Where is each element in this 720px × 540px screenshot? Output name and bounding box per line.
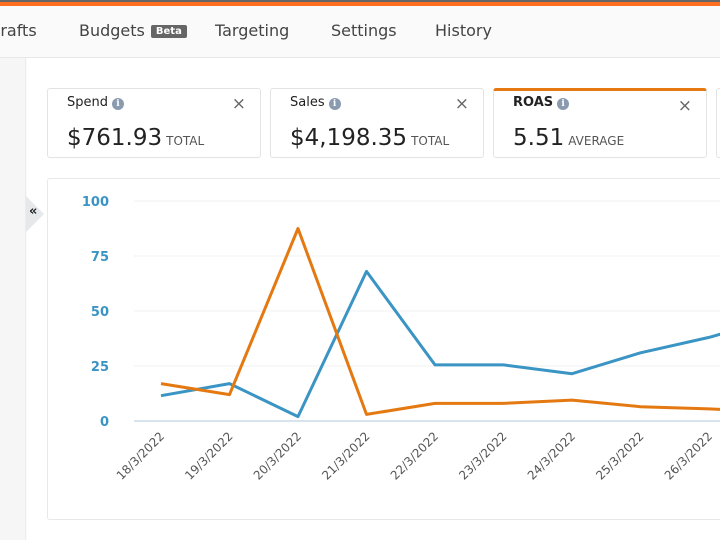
main-content: Spend i × $761.93 TOTAL Sales i × $4,198.35… [27, 58, 720, 540]
metric-value-row: $761.93 TOTAL [67, 125, 204, 151]
info-icon[interactable]: i [328, 98, 341, 110]
x-tick-label: 19/3/2022 [182, 429, 235, 482]
x-tick-label: 20/3/2022 [251, 429, 304, 482]
series-line-blue [160, 269, 720, 419]
metric-label: Spend i [67, 95, 124, 110]
chart-container: 0 25 50 75 100 18/3/2022 19/3/2022 20/3/2022 21/… [47, 178, 720, 520]
metric-name: Spend [67, 95, 108, 110]
metric-name: Sales [290, 95, 325, 110]
double-chevron-left-icon: « [29, 204, 38, 219]
info-icon[interactable]: i [112, 98, 124, 110]
metric-value-row: $4,198.35 TOTAL [290, 125, 449, 151]
close-icon[interactable]: × [678, 96, 692, 116]
x-tick-label: 18/3/2022 [114, 429, 167, 482]
tab-label: History [435, 21, 492, 40]
x-tick-label: 26/3/2022 [662, 429, 715, 482]
tab-settings[interactable]: Settings [331, 21, 397, 40]
metric-card-sales[interactable]: Sales i × $4,198.35 TOTAL [270, 88, 484, 158]
metric-card-spend[interactable]: Spend i × $761.93 TOTAL [47, 88, 261, 158]
metric-label: Sales i [290, 95, 341, 110]
x-tick-label: 22/3/2022 [388, 429, 441, 482]
tab-history[interactable]: History [435, 21, 492, 40]
metric-card-roas[interactable]: ROAS i × 5.51 AVERAGE [493, 88, 707, 158]
tab-label: Drafts [0, 21, 37, 40]
left-panel [0, 58, 26, 540]
tab-label: Targeting [215, 21, 290, 40]
y-tick-label: 25 [91, 360, 109, 375]
tab-targeting[interactable]: Targeting [215, 21, 289, 40]
tab-drafts[interactable]: Drafts [0, 21, 37, 40]
x-tick-label: 25/3/2022 [593, 429, 646, 482]
metric-value: $4,198.35 [290, 125, 408, 151]
metric-unit: TOTAL [411, 134, 450, 148]
metric-label: ROAS i [513, 95, 570, 110]
x-tick-label: 24/3/2022 [525, 429, 578, 482]
metric-value-row: 5.51 AVERAGE [513, 125, 624, 151]
metric-value: $761.93 [67, 125, 163, 151]
y-tick-label: 75 [91, 250, 109, 265]
info-icon[interactable]: i [557, 98, 570, 110]
metric-card-partial[interactable] [716, 88, 720, 158]
y-tick-label: 50 [91, 305, 109, 320]
x-tick-label: 21/3/2022 [319, 429, 372, 482]
x-tick-label: 23/3/2022 [456, 429, 509, 482]
y-tick-label: 0 [100, 415, 109, 430]
close-icon[interactable]: × [232, 94, 246, 114]
y-tick-label: 100 [82, 195, 109, 210]
tab-budgets[interactable]: Budgets Beta [79, 21, 187, 40]
metric-value: 5.51 [513, 125, 565, 151]
tab-bar: Drafts Budgets Beta Targeting Settings Hi… [0, 6, 720, 58]
metric-unit: AVERAGE [568, 134, 625, 148]
metric-name: ROAS [513, 95, 554, 110]
beta-badge: Beta [150, 25, 187, 38]
metric-unit: TOTAL [166, 134, 205, 148]
tab-label: Settings [331, 21, 397, 40]
line-chart: 0 25 50 75 100 18/3/2022 19/3/2022 20/3/2022 21/… [82, 195, 720, 483]
close-icon[interactable]: × [455, 94, 469, 114]
tab-label: Budgets [79, 21, 145, 40]
